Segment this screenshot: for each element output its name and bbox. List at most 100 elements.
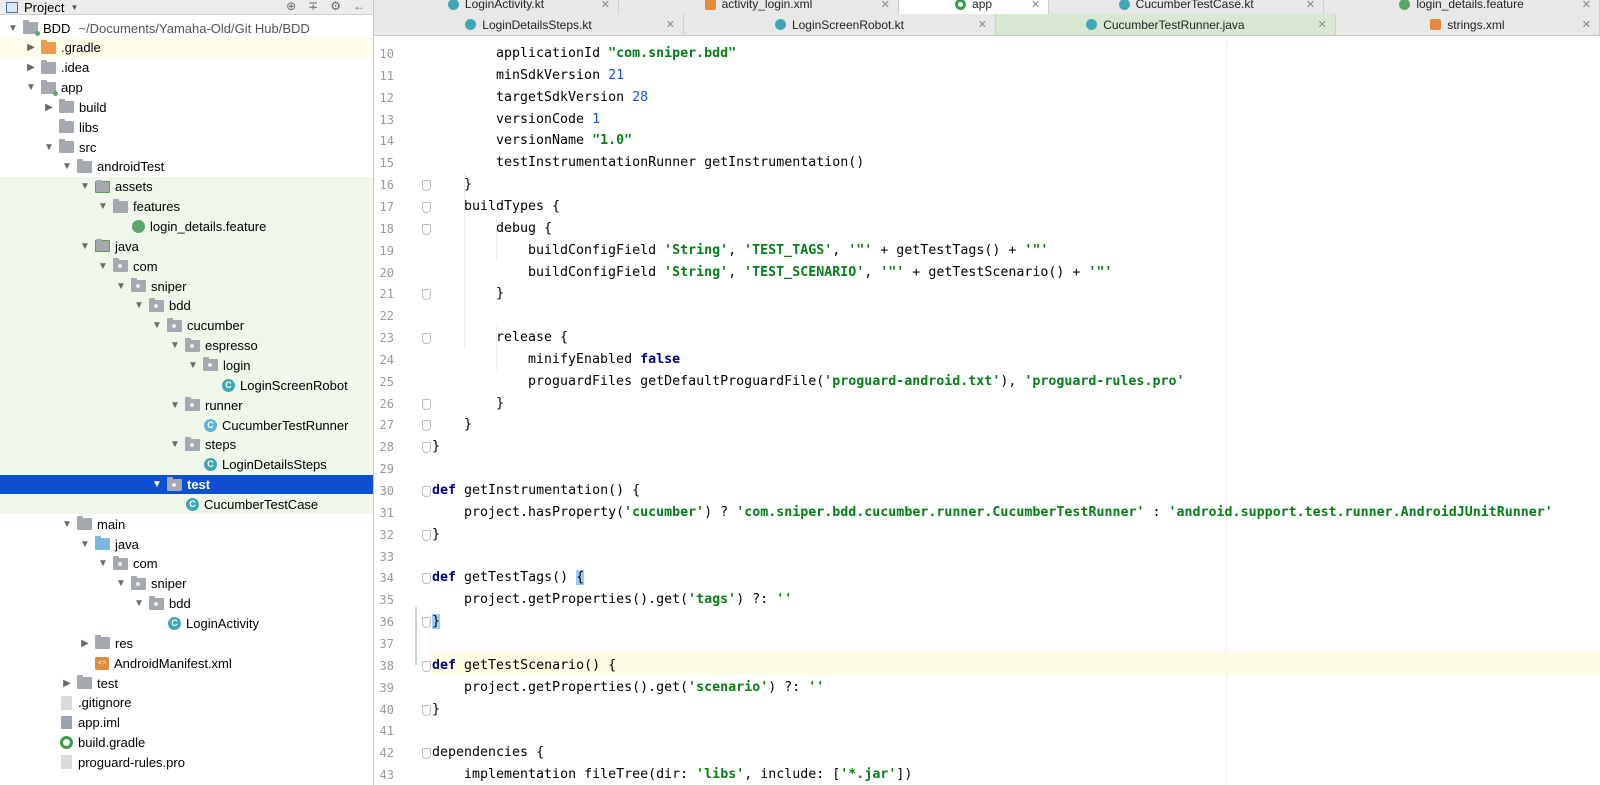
chevron-down-icon[interactable]: ▼ xyxy=(168,340,182,351)
close-tab-icon[interactable]: ✕ xyxy=(601,0,610,11)
chevron-down-icon[interactable]: ▼ xyxy=(6,23,20,34)
code-line[interactable]: dependencies { xyxy=(432,742,544,764)
tab-login-details-feature[interactable]: login_details.feature ✕ xyxy=(1324,0,1600,14)
tree-item-runner[interactable]: ▼ runner xyxy=(0,395,373,416)
fold-marker-icon[interactable] xyxy=(422,486,431,497)
tree-item-androidmanifest-xml[interactable]: <> AndroidManifest.xml xyxy=(0,653,373,673)
code-line[interactable]: versionName "1.0" xyxy=(496,130,632,152)
tree-item-loginscreenrobot[interactable]: C LoginScreenRobot xyxy=(0,375,373,396)
chevron-down-icon[interactable]: ▼ xyxy=(78,241,92,252)
tree-item-build-gradle[interactable]: build.gradle xyxy=(0,733,373,753)
code-editor[interactable]: applicationId "com.sniper.bdd" minSdkVers… xyxy=(432,42,1600,785)
close-tab-icon[interactable]: ✕ xyxy=(1306,0,1315,11)
settings-gear-icon[interactable]: ⚙ xyxy=(330,0,341,13)
tab-loginscreenrobot-kt[interactable]: LoginScreenRobot.kt ✕ xyxy=(684,14,996,35)
close-tab-icon[interactable]: ✕ xyxy=(1582,0,1591,11)
tree-item-test[interactable]: ▶ test xyxy=(0,673,373,693)
tab-strings-xml[interactable]: strings.xml ✕ xyxy=(1336,14,1600,35)
tree-item-bdd[interactable]: ▼ BDD ~/Documents/Yamaha-Old/Git Hub/BDD xyxy=(0,18,373,38)
tree-item-com[interactable]: ▼ com xyxy=(0,256,373,277)
fold-marker-icon[interactable] xyxy=(422,704,431,716)
code-line[interactable]: buildTypes { xyxy=(464,196,560,218)
code-line[interactable]: debug { xyxy=(496,218,552,240)
fold-marker-icon[interactable] xyxy=(422,201,431,213)
code-line[interactable]: minSdkVersion 21 xyxy=(496,65,624,87)
close-tab-icon[interactable]: ✕ xyxy=(1582,18,1591,31)
code-line[interactable]: project.hasProperty('cucumber') ? 'com.s… xyxy=(464,502,1553,524)
code-line[interactable]: } xyxy=(432,436,440,458)
fold-marker-icon[interactable] xyxy=(422,748,431,760)
tree-item-gradle[interactable]: ▶ .gradle xyxy=(0,37,373,58)
code-line[interactable]: implementation fileTree(dir: 'libs', inc… xyxy=(464,764,912,785)
code-line[interactable]: } xyxy=(496,283,504,305)
tree-item-sniper[interactable]: ▼ sniper xyxy=(0,574,373,594)
tree-item-login[interactable]: ▼ login xyxy=(0,355,373,376)
tree-item-bdd[interactable]: ▼ bdd xyxy=(0,594,373,614)
code-line[interactable]: buildConfigField 'String', 'TEST_SCENARI… xyxy=(528,262,1112,284)
code-line[interactable]: def getInstrumentation() { xyxy=(432,480,640,502)
code-line[interactable]: release { xyxy=(496,327,568,349)
tab-cucumbertestcase-kt[interactable]: CucumberTestCase.kt ✕ xyxy=(1049,0,1325,14)
tree-item-androidtest[interactable]: ▼ androidTest xyxy=(0,157,373,177)
tree-item-logindetailssteps[interactable]: C LoginDetailsSteps xyxy=(0,454,373,475)
close-tab-icon[interactable]: ✕ xyxy=(1031,0,1040,11)
tab-cucumbertestrunner-java[interactable]: CucumberTestRunner.java ✕ xyxy=(995,14,1336,35)
chevron-down-icon[interactable]: ▼ xyxy=(60,161,74,172)
hide-panel-icon[interactable]: ← xyxy=(353,0,365,13)
tree-item-app[interactable]: ▼ app xyxy=(0,78,373,98)
tree-item-proguard-rules-pro[interactable]: proguard-rules.pro xyxy=(0,752,373,772)
code-line[interactable]: project.getProperties().get('scenario') … xyxy=(464,677,824,699)
chevron-down-icon[interactable]: ▼ xyxy=(168,400,182,411)
code-line[interactable]: } xyxy=(432,524,440,546)
fold-marker-icon[interactable] xyxy=(422,660,431,672)
code-line[interactable]: } xyxy=(464,414,472,436)
tab-logindetailssteps-kt[interactable]: LoginDetailsSteps.kt ✕ xyxy=(374,14,684,35)
chevron-down-icon[interactable]: ▼ xyxy=(132,598,146,609)
editor-gutter[interactable]: 10 11 12 13 14 15 16 17 18 19 20 21 22 23 24 25 26 27 28 29… xyxy=(374,42,431,785)
tree-item-gitignore[interactable]: .gitignore xyxy=(0,693,373,713)
tree-item-java[interactable]: ▼ java xyxy=(0,534,373,554)
tab-app[interactable]: app ✕ xyxy=(898,0,1050,14)
chevron-down-icon[interactable]: ▼ xyxy=(96,201,110,212)
chevron-down-icon[interactable]: ▼ xyxy=(114,281,128,292)
chevron-down-icon[interactable]: ▼ xyxy=(78,181,92,192)
fold-marker-icon[interactable] xyxy=(422,223,431,235)
fold-marker-icon[interactable] xyxy=(422,420,431,432)
chevron-down-icon[interactable]: ▼ xyxy=(114,578,128,589)
tree-item-main[interactable]: ▼ main xyxy=(0,514,373,534)
chevron-down-icon[interactable]: ▼ xyxy=(96,558,110,569)
tree-item-features[interactable]: ▼ features xyxy=(0,196,373,217)
chevron-down-icon[interactable]: ▼ xyxy=(150,320,164,331)
code-line[interactable]: def getTestScenario() { xyxy=(432,655,616,677)
code-line[interactable]: } xyxy=(432,611,441,633)
tree-item-java[interactable]: ▼ java xyxy=(0,236,373,257)
tab-loginactivity-kt[interactable]: LoginActivity.kt ✕ xyxy=(374,0,619,14)
chevron-down-icon[interactable]: ▼ xyxy=(96,261,110,272)
tree-item-sniper[interactable]: ▼ sniper xyxy=(0,276,373,297)
fold-marker-icon[interactable] xyxy=(422,289,431,301)
tree-item-build[interactable]: ▶ build xyxy=(0,97,373,117)
code-line[interactable]: testInstrumentationRunner getInstrumenta… xyxy=(496,152,864,174)
code-line[interactable]: versionCode 1 xyxy=(496,109,600,131)
code-line[interactable]: project.getProperties().get('tags') ?: '… xyxy=(464,589,792,611)
tree-item-loginactivity[interactable]: C LoginActivity xyxy=(0,614,373,634)
tree-item-test[interactable]: ▼ test xyxy=(0,474,373,495)
chevron-right-icon[interactable]: ▶ xyxy=(24,62,38,73)
tree-item-espresso[interactable]: ▼ espresso xyxy=(0,335,373,356)
code-line[interactable]: } xyxy=(464,174,472,196)
code-line[interactable]: targetSdkVersion 28 xyxy=(496,87,648,109)
chevron-right-icon[interactable]: ▶ xyxy=(42,102,56,113)
chevron-down-icon[interactable]: ▼ xyxy=(186,360,200,371)
tree-item-login-details-feature[interactable]: login_details.feature xyxy=(0,216,373,237)
chevron-down-icon[interactable]: ▼ xyxy=(24,82,38,93)
code-line[interactable]: applicationId "com.sniper.bdd" xyxy=(496,43,736,65)
chevron-right-icon[interactable]: ▶ xyxy=(24,42,38,53)
code-line[interactable]: def getTestTags() { xyxy=(432,567,585,589)
tree-item-steps[interactable]: ▼ steps xyxy=(0,434,373,455)
code-line[interactable]: proguardFiles getDefaultProguardFile('pr… xyxy=(528,371,1184,393)
tree-item-idea[interactable]: ▶ .idea xyxy=(0,58,373,78)
tree-item-cucumbertestrunner[interactable]: C CucumberTestRunner xyxy=(0,415,373,435)
fold-marker-icon[interactable] xyxy=(422,617,431,629)
fold-marker-icon[interactable] xyxy=(422,529,431,541)
tree-item-libs[interactable]: libs xyxy=(0,117,373,137)
